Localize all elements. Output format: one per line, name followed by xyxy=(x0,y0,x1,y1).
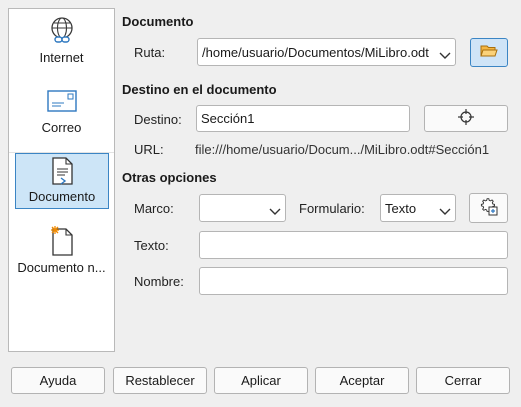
name-input[interactable] xyxy=(199,267,508,295)
events-button[interactable] xyxy=(469,193,508,223)
folder-open-icon xyxy=(480,44,498,61)
sidebar-item-document[interactable]: Documento xyxy=(15,153,109,209)
hyperlink-type-sidebar: Internet Correo Documento Documento n... xyxy=(8,8,115,352)
path-combobox[interactable]: /home/usuario/Documentos/MiLibro.odt xyxy=(197,38,456,66)
target-in-document-button[interactable] xyxy=(424,105,508,132)
path-value: /home/usuario/Documentos/MiLibro.odt xyxy=(202,44,429,60)
url-value: file:///home/usuario/Docum.../MiLibro.od… xyxy=(195,142,490,157)
apply-button[interactable]: Aplicar xyxy=(214,367,308,394)
globe-link-icon xyxy=(45,14,79,48)
name-label: Nombre: xyxy=(134,274,184,289)
target-crosshair-icon xyxy=(458,109,474,128)
form-value: Texto xyxy=(385,200,417,216)
document-section-title: Documento xyxy=(122,14,194,29)
form-label: Formulario: xyxy=(299,201,365,216)
target-section-title: Destino en el documento xyxy=(122,82,277,97)
reset-button[interactable]: Restablecer xyxy=(113,367,207,394)
new-document-icon xyxy=(45,224,79,258)
sidebar-item-label: Correo xyxy=(41,120,82,135)
ok-button[interactable]: Aceptar xyxy=(315,367,409,394)
sidebar-item-internet[interactable]: Internet xyxy=(9,13,114,69)
sidebar-item-label: Documento xyxy=(28,189,96,204)
target-input[interactable]: Sección1 xyxy=(196,105,410,132)
open-file-button[interactable] xyxy=(470,38,508,67)
other-options-title: Otras opciones xyxy=(122,170,217,185)
frame-combobox[interactable] xyxy=(199,194,286,222)
sidebar-item-label: Internet xyxy=(39,50,84,65)
close-button[interactable]: Cerrar xyxy=(416,367,510,394)
chevron-down-icon xyxy=(269,204,281,215)
form-combobox[interactable]: Texto xyxy=(380,194,456,222)
chevron-down-icon xyxy=(439,204,451,215)
url-label: URL: xyxy=(134,142,164,157)
text-input[interactable] xyxy=(199,231,508,259)
envelope-icon xyxy=(45,84,79,118)
document-icon xyxy=(45,154,79,187)
sidebar-item-mail[interactable]: Correo xyxy=(9,83,114,139)
frame-label: Marco: xyxy=(134,201,174,216)
text-label: Texto: xyxy=(134,238,169,253)
sidebar-item-new-document[interactable]: Documento n... xyxy=(9,223,114,279)
help-button[interactable]: Ayuda xyxy=(11,367,105,394)
path-label: Ruta: xyxy=(134,45,166,60)
events-macro-icon xyxy=(480,197,498,219)
chevron-down-icon xyxy=(439,48,451,59)
target-label: Destino: xyxy=(134,112,182,127)
sidebar-item-label: Documento n... xyxy=(17,260,106,275)
